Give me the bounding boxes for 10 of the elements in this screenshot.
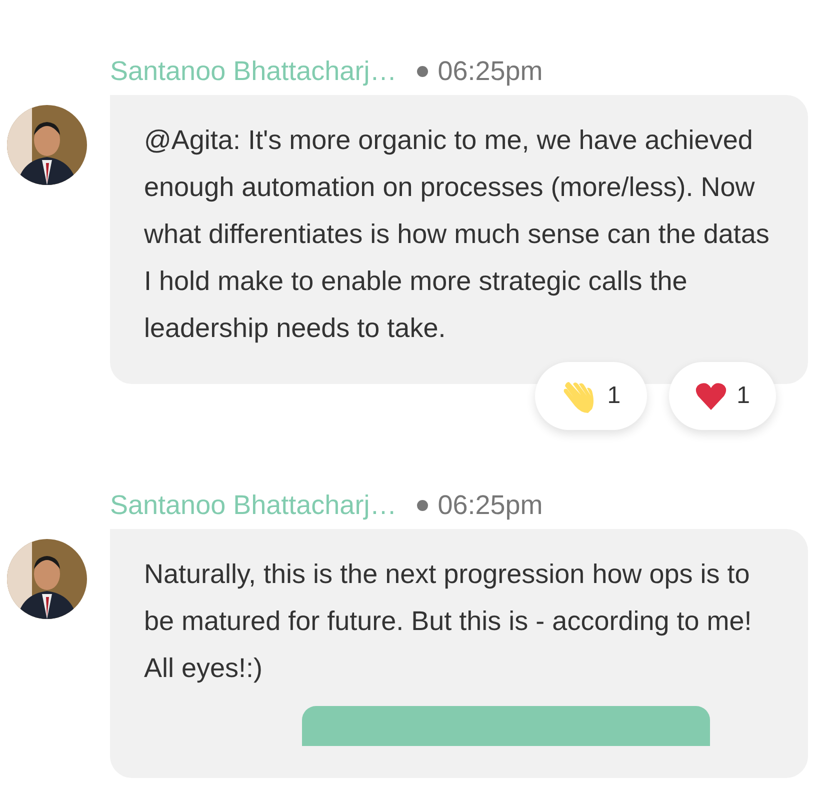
message-time: 06:25pm <box>416 490 543 520</box>
message-text: @Agita: It's more organic to me, we have achieved enough automation on processes (more/less). Now what differentiates is how much sense can the datas I hold make to enable more strategic calls the leadership needs to take. <box>144 124 770 345</box>
heart-icon <box>694 381 727 411</box>
message-text: Naturally, this is the next progression how ops is to be matured for future. But this is - according to me! All eyes!:) <box>144 558 753 685</box>
dot-icon <box>416 500 428 510</box>
message-time: 06:25pm <box>416 56 543 86</box>
attachment-bar[interactable] <box>302 706 710 746</box>
reaction-button[interactable]: 1 <box>668 362 776 430</box>
reaction-button[interactable]: 1 <box>535 362 647 430</box>
dot-icon <box>416 66 428 76</box>
